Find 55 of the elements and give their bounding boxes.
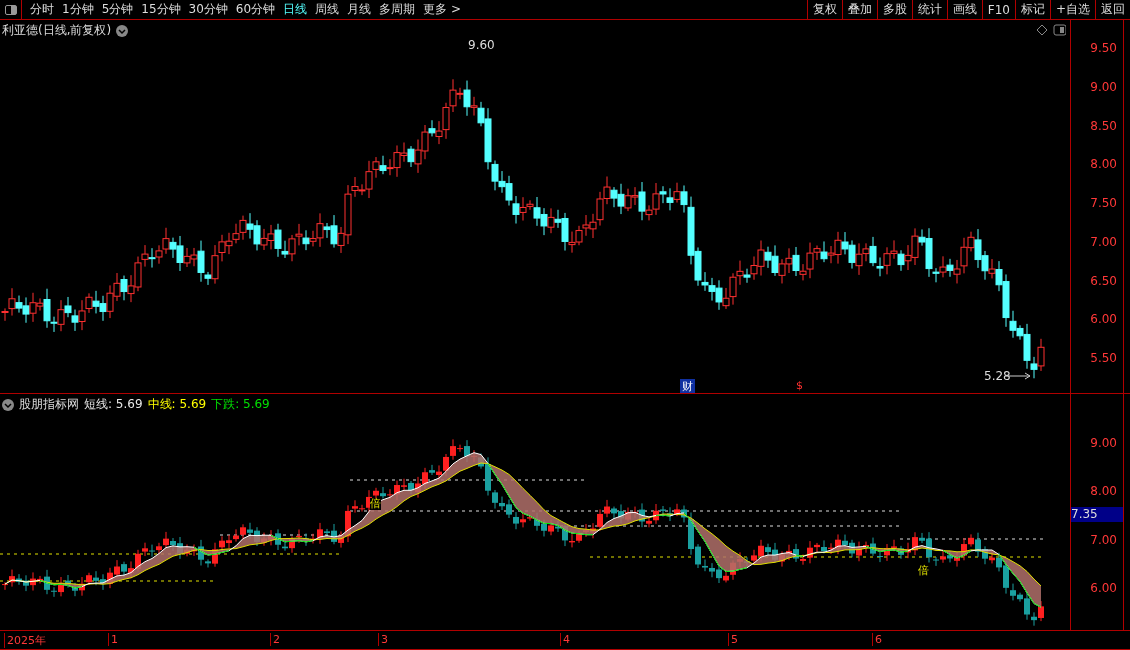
toolbar-button[interactable]: 统计 bbox=[911, 0, 947, 19]
dividend-event-marker[interactable]: $ bbox=[796, 379, 803, 392]
indicator-value: 短线: 5.69 bbox=[84, 396, 143, 413]
price-tick: 8.50 bbox=[1090, 118, 1117, 133]
period-tab[interactable]: 日线 bbox=[279, 0, 312, 19]
period-tab[interactable]: 30分钟 bbox=[184, 0, 232, 19]
date-label: 6 bbox=[872, 633, 882, 646]
toolbar-button[interactable]: 叠加 bbox=[841, 0, 877, 19]
indicator-tick: 9.00 bbox=[1090, 436, 1117, 450]
price-tick: 7.00 bbox=[1090, 234, 1117, 249]
toolbar-button[interactable]: F10 bbox=[981, 0, 1015, 19]
indicator-value: 中线: 5.69 bbox=[147, 396, 207, 413]
indicator-value: 下跌: 5.69 bbox=[211, 396, 270, 413]
signal-marker: 倍 bbox=[918, 565, 929, 577]
indicator-tick: 6.00 bbox=[1090, 580, 1117, 595]
cursor-price-tag: 7.35 bbox=[1071, 507, 1123, 522]
price-tick: 8.00 bbox=[1090, 157, 1117, 172]
dropdown-icon[interactable] bbox=[116, 24, 129, 37]
toolbar-button[interactable]: 标记 bbox=[1014, 0, 1050, 19]
layout-icon[interactable] bbox=[1036, 24, 1066, 38]
toolbar-button[interactable]: 返回 bbox=[1095, 0, 1130, 19]
price-tick: 5.50 bbox=[1090, 351, 1117, 365]
indicator-name: 股朋指标网 bbox=[19, 396, 79, 413]
toolbar-button[interactable]: +自选 bbox=[1049, 0, 1095, 19]
indicator-tick: 8.00 bbox=[1090, 484, 1117, 499]
signal-marker: 倍 bbox=[370, 498, 381, 510]
date-label: 4 bbox=[560, 633, 570, 646]
period-tab[interactable]: 15分钟 bbox=[137, 0, 185, 19]
period-tab[interactable]: 更多 > bbox=[419, 0, 465, 19]
date-label: 2 bbox=[270, 633, 280, 646]
date-label: 1 bbox=[108, 633, 118, 646]
period-tab[interactable]: 多周期 bbox=[375, 0, 420, 19]
price-tick: 6.00 bbox=[1090, 312, 1117, 327]
high-price-label: 9.60 bbox=[468, 38, 495, 52]
period-tab[interactable]: 周线 bbox=[311, 0, 344, 19]
date-label: 3 bbox=[378, 633, 388, 646]
period-tab[interactable]: 5分钟 bbox=[97, 0, 138, 19]
toolbar-button[interactable]: 画线 bbox=[946, 0, 982, 19]
finance-event-marker[interactable]: 财 bbox=[680, 379, 695, 393]
dropdown-icon[interactable] bbox=[2, 398, 14, 411]
period-tab[interactable]: 月线 bbox=[343, 0, 376, 19]
toolbar-button[interactable]: 多股 bbox=[876, 0, 912, 19]
price-tick: 9.50 bbox=[1090, 41, 1117, 55]
stock-title: 利亚德(日线,前复权) bbox=[2, 22, 112, 39]
period-tab[interactable]: 60分钟 bbox=[231, 0, 280, 19]
period-tab[interactable]: 1分钟 bbox=[58, 0, 98, 19]
price-tick: 9.00 bbox=[1090, 79, 1117, 94]
indicator-tick: 7.00 bbox=[1090, 532, 1117, 547]
low-price-label: 5.28 bbox=[984, 369, 1011, 383]
date-label: 2025年 bbox=[4, 633, 46, 648]
price-tick: 6.50 bbox=[1090, 273, 1117, 288]
date-label: 5 bbox=[728, 633, 738, 646]
period-tab[interactable]: 分时 bbox=[26, 0, 58, 19]
price-tick: 7.50 bbox=[1090, 196, 1117, 210]
toolbar-button[interactable]: 复权 bbox=[806, 0, 842, 19]
